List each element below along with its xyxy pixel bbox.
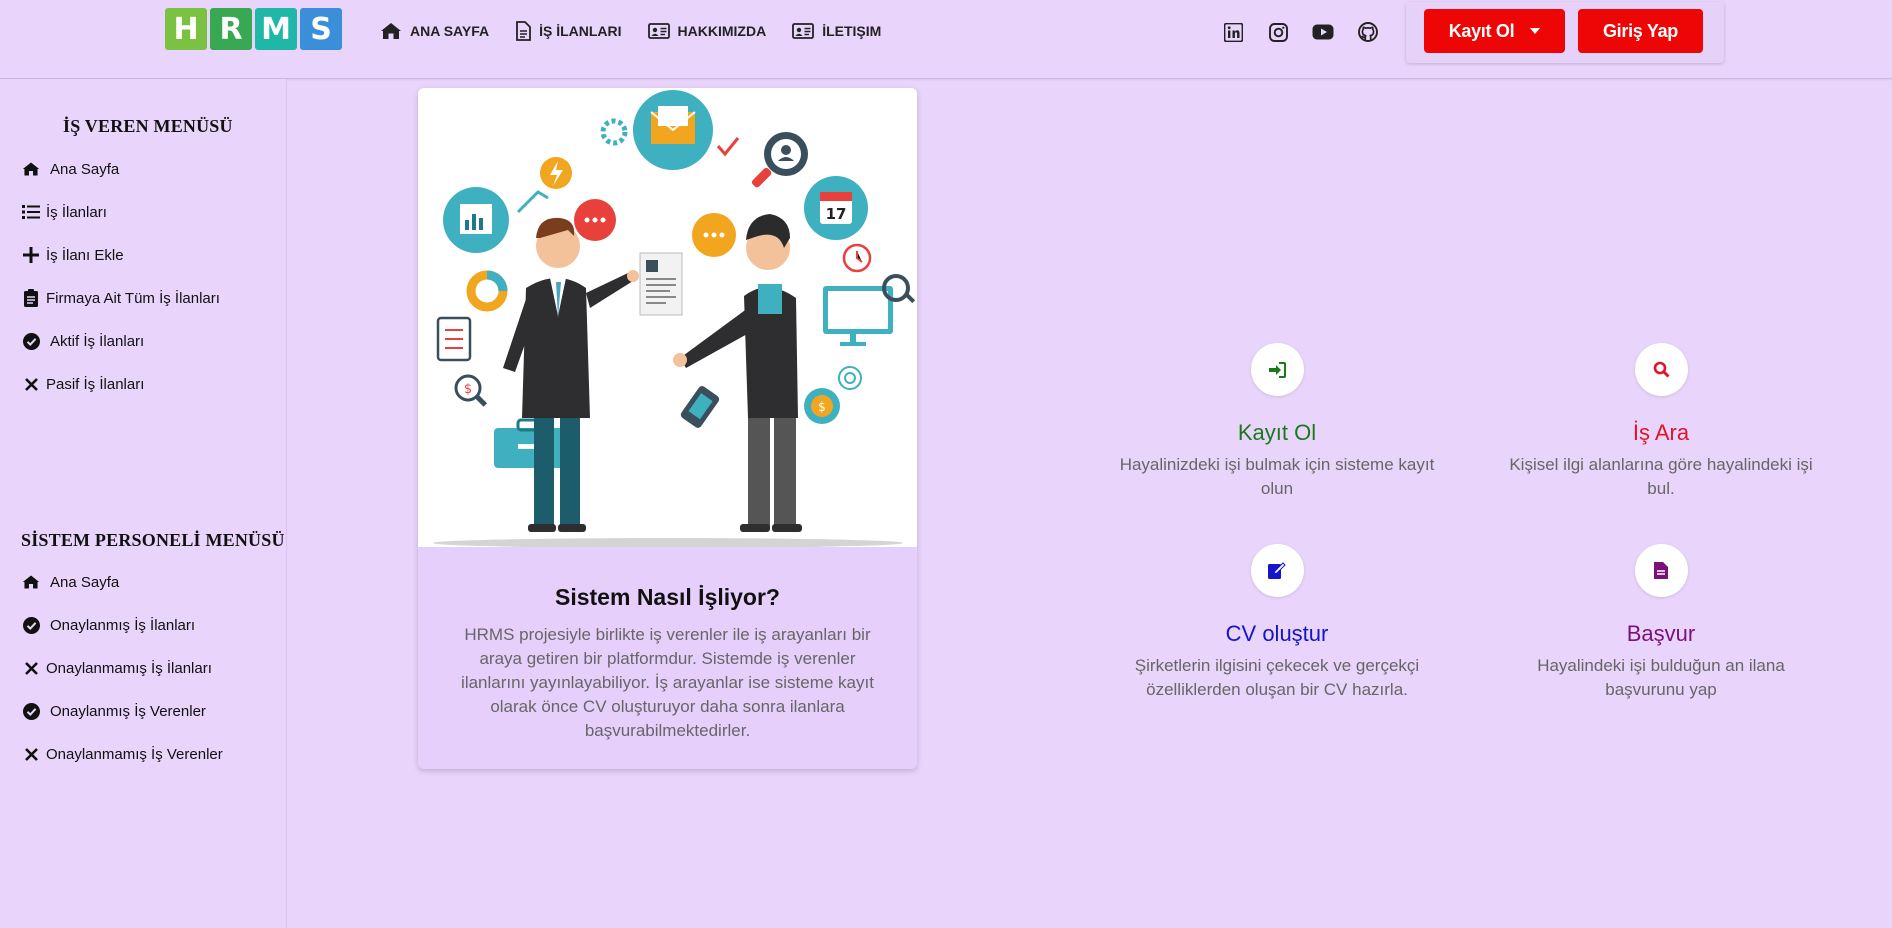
feature-description: Hayalindeki işi bulduğun an ilana başvur… bbox=[1537, 656, 1785, 699]
nav-contact[interactable]: İLETIŞIM bbox=[792, 19, 881, 43]
svg-text:$: $ bbox=[818, 400, 826, 414]
nav-label: İŞ İLANLARI bbox=[539, 23, 622, 39]
home-icon bbox=[381, 23, 401, 39]
plus-icon bbox=[22, 246, 40, 264]
home-icon bbox=[22, 160, 40, 178]
hrms-logo[interactable]: H R M S bbox=[165, 8, 342, 50]
nav-jobs[interactable]: İŞ İLANLARI bbox=[515, 19, 622, 43]
check-circle-icon bbox=[22, 616, 40, 634]
sidebar-item-label: İş İlanları bbox=[46, 203, 107, 221]
logo-letter: S bbox=[300, 8, 342, 50]
sidebar-item-label: Onaylanmamış İş Verenler bbox=[46, 745, 223, 763]
login-button[interactable]: Giriş Yap bbox=[1578, 9, 1703, 53]
sidebar-item-job-listings[interactable]: İş İlanları bbox=[22, 201, 107, 223]
logo-letter: H bbox=[165, 8, 207, 50]
sidebar-item-approved-jobs[interactable]: Onaylanmış İş İlanları bbox=[22, 614, 195, 636]
nav-home[interactable]: ANA SAYFA bbox=[380, 19, 489, 43]
register-label: Kayıt Ol bbox=[1448, 20, 1515, 41]
feature-create-cv[interactable]: CV oluştur Şirketlerin ilgisini çekecek … bbox=[1117, 544, 1437, 702]
nav-label: ANA SAYFA bbox=[410, 23, 490, 39]
feature-job-search[interactable]: İş Ara Kişisel ilgi alanlarına göre haya… bbox=[1501, 343, 1821, 501]
main-nav: ANA SAYFA İŞ İLANLARI HAKKIMIZDA İLETIŞI… bbox=[380, 19, 907, 43]
card-title: Sistem Nasıl İşliyor? bbox=[555, 584, 780, 610]
feature-description: Hayalinizdeki işi bulmak için sisteme ka… bbox=[1119, 455, 1435, 498]
nav-label: HAKKIMIZDA bbox=[677, 23, 767, 39]
file-icon bbox=[516, 21, 531, 41]
document-icon bbox=[1634, 544, 1688, 597]
sidebar-item-approved-employers[interactable]: Onaylanmış İş Verenler bbox=[22, 700, 206, 722]
employer-menu-title: İŞ VEREN MENÜSÜ bbox=[63, 116, 233, 136]
caret-down-icon bbox=[1530, 28, 1541, 34]
feature-title: Başvur bbox=[1626, 621, 1696, 646]
feature-description: Kişisel ilgi alanlarına göre hayalindeki… bbox=[1509, 455, 1813, 498]
card-description: HRMS projesiyle birlikte iş verenler ile… bbox=[461, 625, 874, 740]
sidebar-item-label: Onaylanmamış İş İlanları bbox=[46, 659, 212, 677]
register-dropdown-button[interactable]: Kayıt Ol bbox=[1424, 9, 1565, 53]
sidebar-item-label: Ana Sayfa bbox=[50, 573, 120, 591]
x-icon bbox=[22, 375, 40, 393]
social-links bbox=[1222, 21, 1379, 43]
feature-title: İş Ara bbox=[1632, 420, 1690, 445]
feature-register[interactable]: Kayıt Ol Hayalinizdeki işi bulmak için s… bbox=[1117, 343, 1437, 501]
feature-title: CV oluştur bbox=[1225, 621, 1329, 646]
sidebar-item-employer-home[interactable]: Ana Sayfa bbox=[22, 158, 119, 180]
feature-description: Şirketlerin ilgisini çekecek ve gerçekçi… bbox=[1134, 656, 1420, 699]
sidebar-item-unapproved-jobs[interactable]: Onaylanmamış İş İlanları bbox=[22, 657, 212, 679]
github-icon[interactable] bbox=[1357, 21, 1379, 43]
nav-about[interactable]: HAKKIMIZDA bbox=[647, 19, 767, 43]
id-card-icon bbox=[647, 23, 670, 39]
youtube-icon[interactable] bbox=[1312, 21, 1334, 43]
list-icon bbox=[22, 203, 40, 221]
sidebar-item-active-jobs[interactable]: Aktif İş İlanları bbox=[22, 330, 144, 352]
check-circle-icon bbox=[22, 702, 40, 720]
address-card-icon bbox=[792, 23, 815, 39]
sidebar-item-unapproved-employers[interactable]: Onaylanmamış İş Verenler bbox=[22, 743, 223, 765]
sidebar-item-passive-jobs[interactable]: Pasif İş İlanları bbox=[22, 373, 144, 395]
instagram-icon[interactable] bbox=[1267, 21, 1289, 43]
sidebar-item-label: Firmaya Ait Tüm İş İlanları bbox=[46, 289, 220, 307]
linkedin-icon[interactable] bbox=[1222, 21, 1244, 43]
sidebar: İŞ VEREN MENÜSÜ Ana Sayfa İş İlanları İş… bbox=[0, 79, 287, 928]
edit-icon bbox=[1250, 544, 1304, 597]
sign-in-icon bbox=[1250, 343, 1304, 396]
check-circle-icon bbox=[22, 332, 40, 350]
sidebar-item-label: Pasif İş İlanları bbox=[46, 375, 145, 393]
svg-text:17: 17 bbox=[826, 205, 847, 223]
x-icon bbox=[22, 659, 40, 677]
logo-letter: R bbox=[210, 8, 252, 50]
sidebar-item-label: Aktif İş İlanları bbox=[50, 332, 145, 350]
nav-label: İLETIŞIM bbox=[822, 23, 882, 39]
sidebar-item-label: Onaylanmış İş İlanları bbox=[50, 616, 196, 634]
sidebar-item-company-jobs[interactable]: Firmaya Ait Tüm İş İlanları bbox=[22, 287, 220, 309]
how-it-works-card: 17 $ $ Sistem Nasıl İşliyor? HRMS projes… bbox=[418, 88, 917, 769]
sidebar-item-label: İş İlanı Ekle bbox=[46, 246, 124, 264]
sidebar-item-label: Ana Sayfa bbox=[50, 160, 120, 178]
feature-title: Kayıt Ol bbox=[1237, 420, 1317, 445]
search-icon bbox=[1634, 343, 1688, 396]
sidebar-item-staff-home[interactable]: Ana Sayfa bbox=[22, 571, 119, 593]
staff-menu-title: SİSTEM PERSONELİ MENÜSÜ bbox=[21, 530, 285, 550]
feature-apply[interactable]: Başvur Hayalindeki işi bulduğun an ilana… bbox=[1501, 544, 1821, 702]
home-icon bbox=[22, 573, 40, 591]
clipboard-icon bbox=[22, 289, 40, 307]
hero-illustration: 17 $ $ bbox=[418, 88, 917, 548]
logo-letter: M bbox=[255, 8, 297, 50]
sidebar-item-add-job[interactable]: İş İlanı Ekle bbox=[22, 244, 124, 266]
svg-text:$: $ bbox=[464, 382, 472, 397]
x-icon bbox=[22, 745, 40, 763]
sidebar-item-label: Onaylanmış İş Verenler bbox=[50, 702, 206, 720]
top-navbar: H R M S ANA SAYFA İŞ İLANLARI HAKKIMIZDA… bbox=[0, 0, 1892, 79]
